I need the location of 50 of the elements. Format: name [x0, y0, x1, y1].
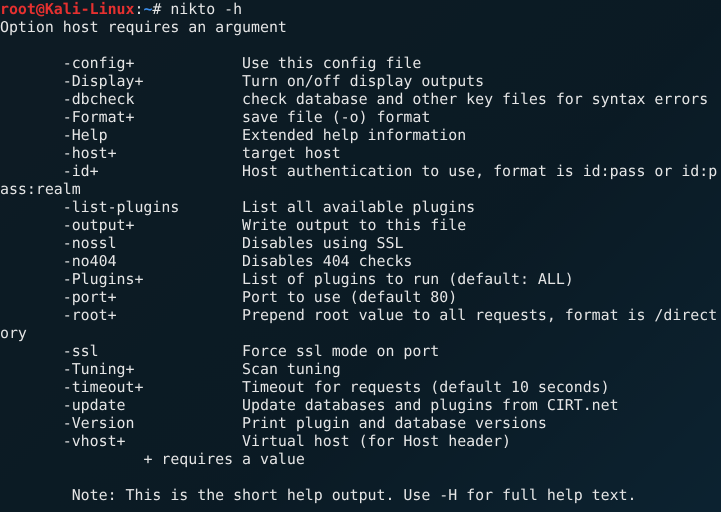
option-description: List of plugins to run (default: ALL) [242, 270, 574, 288]
prompt-separator: : [134, 0, 144, 18]
option-description: Disables 404 checks [242, 252, 412, 270]
prompt-path: ~ [143, 0, 152, 18]
option-description: Print plugin and database versions [242, 414, 547, 432]
option-name-text: -Plugins+ [62, 270, 144, 288]
option-description: Extended help information [242, 126, 466, 144]
option-description: Scan tuning [242, 360, 341, 378]
option-description: Prepend root value to all requests, format is /direct [242, 306, 718, 324]
option-description: Force ssl mode on port [242, 342, 440, 360]
option-name-text: -update [62, 396, 126, 414]
option-description: Timeout for requests (default 10 seconds) [242, 378, 610, 396]
prompt-user-host: root@Kali-Linux [0, 0, 134, 18]
output-text: ory [0, 324, 27, 342]
option-name-text: -host+ [62, 144, 117, 162]
option-name-text: -config+ [62, 54, 134, 72]
option-name-text: -Display+ [62, 72, 144, 90]
prompt-symbol: # [152, 0, 162, 18]
option-name-text: -list-plugins [62, 198, 180, 216]
option-name-text: -root+ [62, 306, 117, 324]
option-description: target host [242, 144, 341, 162]
option-description: check database and other key files for syntax errors [242, 90, 708, 108]
option-name-text: -id+ [62, 162, 99, 180]
option-description: Port to use (default 80) [242, 288, 458, 306]
option-description: save file (-o) format [242, 108, 430, 126]
option-description: Virtual host (for Host header) [242, 432, 511, 450]
option-description: Turn on/off display outputs [242, 72, 484, 90]
option-name-text: -output+ [62, 216, 134, 234]
option-description: List all available plugins [242, 198, 476, 216]
option-description: Write output to this file [242, 216, 466, 234]
option-name-text: -Tuning+ [62, 360, 134, 378]
option-name-text: -Format+ [62, 108, 134, 126]
option-description: Use this config file [242, 54, 422, 72]
option-name-text: -Help [62, 126, 108, 144]
option-description: Disables using SSL [242, 234, 404, 252]
option-name-text: -dbcheck [62, 90, 134, 108]
note-text: Note: This is the short help output. Use -H for full help text. [72, 486, 637, 504]
option-name-text: -no404 [62, 252, 117, 270]
option-description: Update databases and plugins from CIRT.net [242, 396, 619, 414]
option-name-text: -timeout+ [62, 378, 144, 396]
command-text: nikto -h [170, 0, 242, 18]
option-name-text: -nossl [62, 234, 117, 252]
option-name-text: -vhost+ [62, 432, 126, 450]
option-name-text: -ssl [62, 342, 99, 360]
option-description: Host authentication to use, format is id:pass or id:p [242, 162, 718, 180]
output-text: Option host requires an argument [0, 18, 287, 36]
option-name-text: -Version [62, 414, 134, 432]
output-text: ass:realm [0, 180, 81, 198]
option-name-text: -port+ [62, 288, 117, 306]
footnote-text: + requires a value [143, 450, 305, 468]
